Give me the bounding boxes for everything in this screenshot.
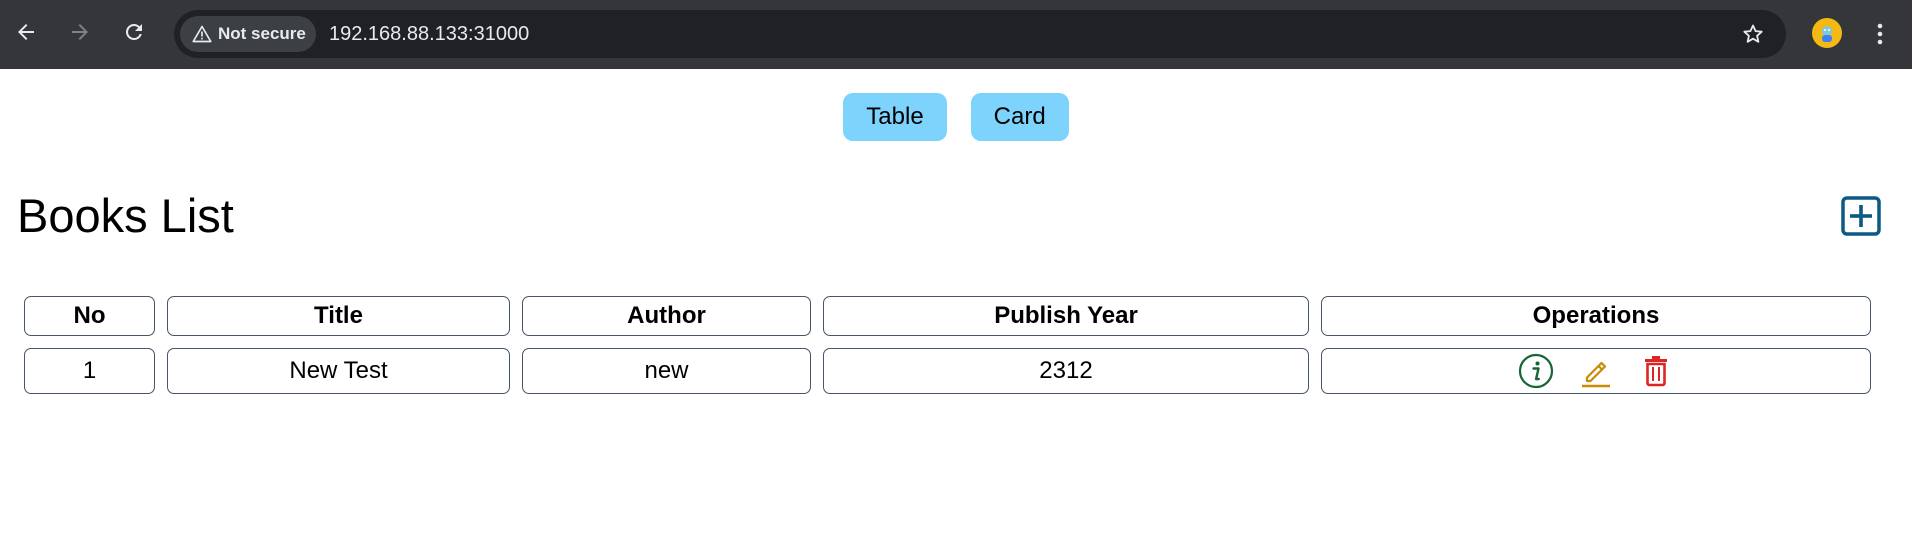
star-icon[interactable] xyxy=(1733,14,1773,54)
back-icon[interactable] xyxy=(6,12,46,52)
browser-toolbar: Not secure 192.168.88.133:31000 xyxy=(0,0,1912,69)
warning-icon xyxy=(192,25,212,43)
security-label: Not secure xyxy=(218,24,306,43)
header-no: No xyxy=(24,296,155,336)
card-view-button[interactable]: Card xyxy=(970,93,1069,141)
page-title: Books List xyxy=(17,189,234,242)
menu-icon[interactable] xyxy=(1862,14,1898,54)
header-publish-year: Publish Year xyxy=(823,296,1309,336)
header-operations: Operations xyxy=(1321,296,1871,336)
cell-title: New Test xyxy=(167,348,510,394)
cell-operations xyxy=(1321,348,1871,394)
security-chip[interactable]: Not secure xyxy=(180,16,316,52)
table-row: 1 New Test new 2312 xyxy=(24,348,1871,394)
add-book-button[interactable] xyxy=(1840,195,1882,237)
header-author: Author xyxy=(522,296,811,336)
books-table: No Title Author Publish Year Operations … xyxy=(12,284,1883,406)
url-text[interactable]: 192.168.88.133:31000 xyxy=(329,23,529,46)
edit-icon[interactable] xyxy=(1578,353,1614,389)
header-title: Title xyxy=(167,296,510,336)
address-bar[interactable]: Not secure 192.168.88.133:31000 xyxy=(174,10,1786,58)
plus-square-icon xyxy=(1841,196,1881,236)
operations-group xyxy=(1322,353,1870,389)
table-view-button[interactable]: Table xyxy=(843,93,947,141)
cell-publish-year: 2312 xyxy=(823,348,1309,394)
cell-no: 1 xyxy=(24,348,155,394)
profile-avatar[interactable] xyxy=(1812,18,1842,48)
table-header-row: No Title Author Publish Year Operations xyxy=(24,296,1871,336)
cell-author: new xyxy=(522,348,811,394)
reload-icon[interactable] xyxy=(114,12,154,52)
forward-icon[interactable] xyxy=(60,12,100,52)
avatar-icon xyxy=(1822,26,1832,42)
info-icon[interactable] xyxy=(1518,353,1554,389)
delete-icon[interactable] xyxy=(1638,353,1674,389)
view-toggle: Table Card xyxy=(0,93,1912,141)
